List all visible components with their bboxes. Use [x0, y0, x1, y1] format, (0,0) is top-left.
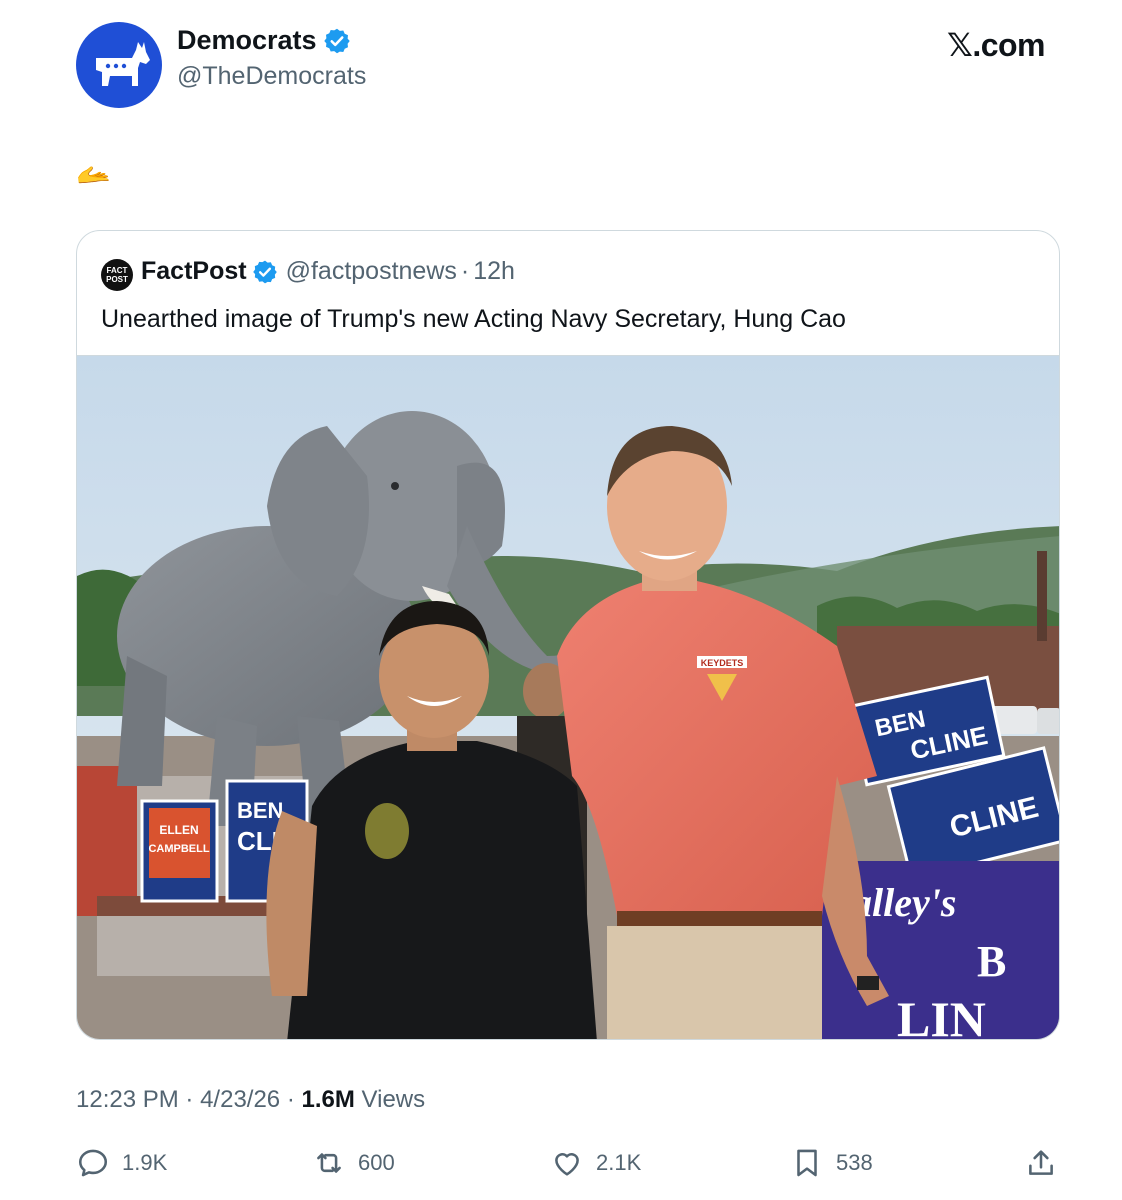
- factpost-logo-icon: FACT POST: [101, 259, 133, 291]
- sign-text: ELLEN: [159, 823, 198, 837]
- author-handle[interactable]: @TheDemocrats: [177, 62, 366, 91]
- bookmark-count: 538: [836, 1150, 873, 1175]
- banner-text: LIN: [897, 991, 986, 1040]
- banner-text: alley's: [852, 880, 956, 925]
- reply-button[interactable]: 1.9K: [76, 1146, 167, 1180]
- heart-icon: [555, 1153, 579, 1176]
- reply-count: 1.9K: [122, 1150, 168, 1175]
- views-count: 1.6M: [301, 1086, 355, 1113]
- verified-badge-icon: [252, 260, 277, 283]
- quoted-photo[interactable]: ELLEN CAMPBELL BEN CLIN BEN CLINE CLINE …: [77, 355, 1059, 1040]
- logo-text-bottom: POST: [106, 275, 128, 284]
- meta-separator: ·: [286, 1086, 295, 1113]
- donkey-logo-icon: [96, 42, 150, 86]
- verified-badge-icon: [323, 28, 350, 53]
- share-icon: [1029, 1150, 1053, 1175]
- shirt-logo-text: KEYDETS: [701, 658, 744, 668]
- repost-icon: [317, 1153, 341, 1173]
- quoted-tweet-text: Unearthed image of Trump's new Acting Na…: [101, 305, 846, 333]
- quoted-tweet-card[interactable]: FACT POST FactPost @factpostnews · 12h U…: [76, 230, 1060, 1040]
- repost-count: 600: [358, 1150, 395, 1175]
- quoted-author-name[interactable]: FactPost: [141, 257, 247, 286]
- sign-ellen-campbell: ELLEN CAMPBELL: [140, 799, 219, 903]
- repost-button[interactable]: 600: [312, 1146, 395, 1180]
- bookmark-icon: [797, 1149, 817, 1177]
- meta-separator: ·: [185, 1086, 194, 1113]
- reply-icon: [78, 1149, 108, 1177]
- bookmark-button[interactable]: 538: [790, 1146, 873, 1180]
- author-avatar[interactable]: [76, 22, 162, 108]
- quoted-author-handle[interactable]: @factpostnews: [286, 257, 457, 286]
- tweet-date[interactable]: 4/23/26: [200, 1086, 280, 1113]
- x-brand-label: 𝕏.com: [947, 27, 1045, 63]
- tweet-text: 🫴: [76, 159, 111, 190]
- sign-text: BEN: [237, 798, 283, 823]
- quoted-time[interactable]: 12h: [473, 257, 515, 286]
- photo-scene: ELLEN CAMPBELL BEN CLIN BEN CLINE CLINE …: [77, 356, 1059, 1040]
- logo-text-top: FACT: [106, 266, 128, 275]
- tweet-meta: 12:23 PM · 4/23/26 · 1.6M Views: [76, 1086, 425, 1114]
- share-button[interactable]: [1024, 1146, 1058, 1180]
- like-count: 2.1K: [596, 1150, 642, 1175]
- banner-text: B: [977, 937, 1006, 986]
- separator-dot: ·: [460, 257, 470, 285]
- views-label: Views: [361, 1086, 426, 1113]
- author-name-text: Democrats: [177, 25, 317, 55]
- quoted-tweet-header: FactPost @factpostnews · 12h: [141, 257, 515, 286]
- like-button[interactable]: 2.1K: [550, 1146, 641, 1180]
- sign-text: CAMPBELL: [148, 843, 209, 855]
- author-name[interactable]: Democrats: [177, 25, 351, 56]
- tweet-time[interactable]: 12:23 PM: [76, 1086, 179, 1113]
